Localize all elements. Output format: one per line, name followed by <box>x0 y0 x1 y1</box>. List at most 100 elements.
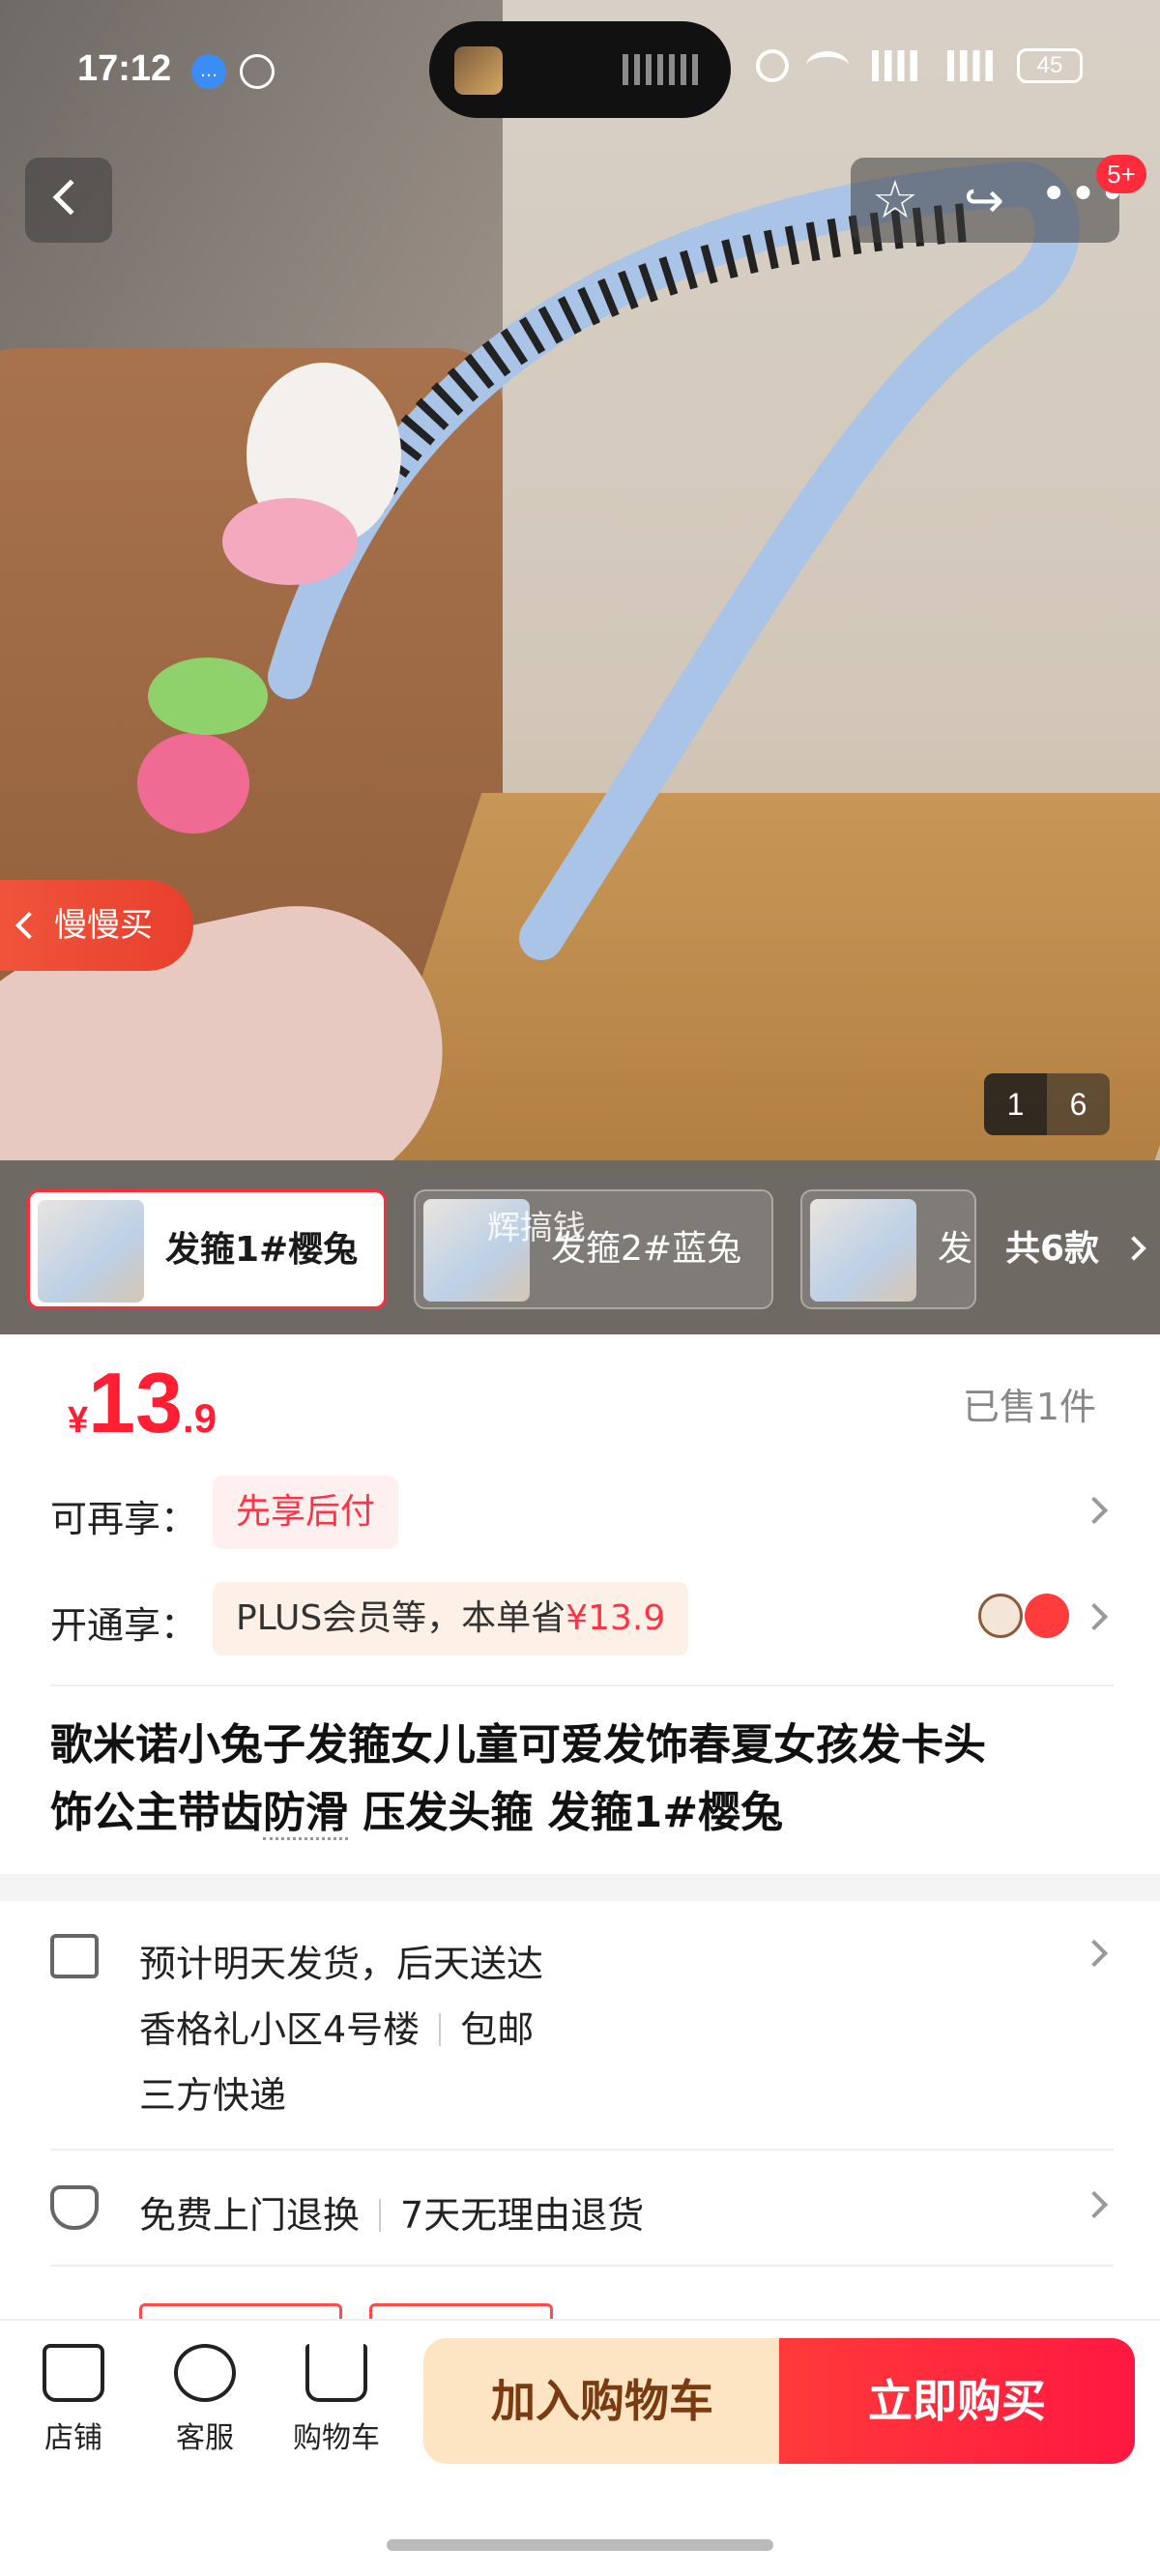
red-coupon-icon <box>1025 1594 1069 1638</box>
truck-icon <box>50 1934 99 1978</box>
price: ¥13.9 <box>68 1354 217 1452</box>
pay-later-row[interactable]: 可再享： 先享后付 <box>50 1472 1114 1549</box>
plus-chip-text: PLUS会员等，本单省 <box>236 1598 566 1638</box>
top-action-bar: ☆ ↪ ••• <box>851 158 1126 243</box>
chevron-right-icon <box>1080 1602 1109 1631</box>
returns-line: 免费上门退换 7天无理由退货 <box>139 2185 644 2239</box>
service-label: 客服 <box>176 2421 234 2455</box>
product-title-line-2: 饰公主带齿防滑 压发头箍 发箍1#樱兔 <box>50 1779 1114 1847</box>
battery-indicator: 45 <box>1017 48 1083 83</box>
status-bar: 17:12 … 45 <box>0 0 1160 145</box>
buy-now-button[interactable]: 立即购买 <box>779 2338 1135 2464</box>
benefit-label: 可再享： <box>50 1498 198 1540</box>
image-counter: 1 6 <box>984 1073 1110 1135</box>
bottom-action-bar: 店铺 客服 购物车 加入购物车 立即购买 <box>0 2319 1160 2576</box>
product-detail-page: 17:12 … 45 ☆ ↪ ••• 5+ 慢慢买 1 6 发箍1#樱兔 发箍2… <box>0 0 1160 2576</box>
message-icon: … <box>191 54 226 89</box>
cart-icon <box>305 2344 367 2402</box>
dynamic-island[interactable] <box>429 21 731 118</box>
all-variants-button[interactable]: 共6款 <box>976 1189 1160 1309</box>
plus-membership-row[interactable]: 开通享： PLUS会员等，本单省¥13.9 <box>50 1578 1114 1655</box>
plus-chip: PLUS会员等，本单省¥13.9 <box>213 1582 689 1655</box>
chevron-right-icon <box>1080 2190 1109 2219</box>
back-button[interactable] <box>25 158 112 243</box>
price-row: ¥13.9 已售1件 <box>0 1334 1160 1470</box>
app-thumbnail-icon <box>454 46 503 95</box>
benefit-label: 开通享： <box>50 1604 198 1647</box>
star-icon[interactable]: ☆ <box>862 167 928 233</box>
returns-info[interactable]: 免费上门退换 7天无理由退货 <box>50 2180 1114 2247</box>
shield-check-icon <box>50 2185 99 2230</box>
variant-option-2[interactable]: 发箍2#蓝兔 辉搞钱 <box>414 1189 773 1309</box>
title-part: 压发头箍 发箍1#樱兔 <box>348 1788 784 1837</box>
service-tab[interactable]: 客服 <box>147 2344 263 2456</box>
audio-wave-icon <box>623 54 700 85</box>
chevron-right-icon <box>1121 1236 1146 1261</box>
variant-selector: 发箍1#樱兔 发箍2#蓝兔 辉搞钱 发 共6款 <box>0 1160 1160 1334</box>
status-icons: 45 <box>756 48 1083 83</box>
free-return: 免费上门退换 <box>139 2194 361 2237</box>
address-line: 香格礼小区4号楼 包邮 <box>139 2000 534 2053</box>
pay-later-chip: 先享后付 <box>213 1476 399 1549</box>
5g-signal-icon-2 <box>942 50 1000 81</box>
separator <box>379 2199 382 2232</box>
home-indicator[interactable] <box>387 2539 773 2551</box>
delivery-estimate: 预计明天发货，后天送达 <box>139 1943 544 1985</box>
image-total: 6 <box>1069 1087 1088 1122</box>
price-decimal: .9 <box>183 1395 218 1441</box>
title-dotted-part[interactable]: 防滑 <box>263 1788 348 1840</box>
variant-label: 发 <box>938 1229 973 1269</box>
bunny-bow <box>222 498 358 585</box>
store-tab[interactable]: 店铺 <box>15 2344 131 2456</box>
price-symbol: ¥ <box>68 1400 89 1441</box>
slow-buy-label: 慢慢买 <box>54 906 153 945</box>
chevron-left-icon <box>14 911 44 940</box>
free-shipping: 包邮 <box>460 2008 535 2051</box>
share-icon[interactable]: ↪ <box>951 167 1017 233</box>
alarm-icon <box>756 49 789 82</box>
product-title-line-1: 歌米诺小兔子发箍女儿童可爱发饰春夏女孩发卡头 <box>50 1720 986 1770</box>
store-label: 店铺 <box>44 2421 102 2455</box>
shipping-info[interactable]: 预计明天发货，后天送达 香格礼小区4号楼 包邮 三方快递 <box>50 1928 1114 2131</box>
variant-label: 发箍1#樱兔 <box>165 1230 359 1270</box>
add-to-cart-button[interactable]: 加入购物车 <box>423 2338 781 2464</box>
divider <box>50 1684 1114 1686</box>
customer-service-icon <box>174 2344 236 2402</box>
5g-signal-icon <box>866 50 924 81</box>
section-separator <box>0 1874 1160 1901</box>
store-icon <box>43 2344 104 2402</box>
variant-thumbnail <box>38 1200 144 1303</box>
carrier: 三方快递 <box>139 2074 287 2117</box>
seven-day-return: 7天无理由退货 <box>400 2194 645 2237</box>
sold-count: 已售1件 <box>962 1386 1096 1428</box>
variant-option-1[interactable]: 发箍1#樱兔 <box>27 1189 387 1309</box>
plus-chip-amount: ¥13.9 <box>566 1598 666 1638</box>
variant-total-label: 共6款 <box>1005 1229 1100 1269</box>
separator <box>439 2013 442 2046</box>
image-current-index: 1 <box>984 1073 1047 1135</box>
leaf-ornament <box>148 658 268 735</box>
address: 香格礼小区4号楼 <box>139 2008 420 2051</box>
variant-option-3[interactable]: 发 <box>800 1189 976 1309</box>
vip-icons <box>978 1594 1069 1642</box>
back-icon <box>52 179 89 216</box>
shield-icon <box>240 54 275 89</box>
product-title: 歌米诺小兔子发箍女儿童可爱发饰春夏女孩发卡头 饰公主带齿防滑 压发头箍 发箍1#… <box>50 1712 1114 1847</box>
variant-thumbnail <box>810 1199 916 1302</box>
wifi-icon <box>806 51 849 80</box>
cart-label: 购物车 <box>293 2421 380 2455</box>
divider <box>50 2149 1114 2151</box>
title-part: 饰公主带齿 <box>50 1788 263 1837</box>
watermark-text: 辉搞钱 <box>487 1209 586 1247</box>
cherry-ornament <box>137 733 249 834</box>
chevron-right-icon <box>1080 1939 1109 1968</box>
headband-band <box>268 161 1080 960</box>
notification-badge: 5+ <box>1096 155 1146 193</box>
crown-icon <box>978 1594 1023 1638</box>
status-time: 17:12 <box>77 48 172 89</box>
slow-buy-button[interactable]: 慢慢买 <box>0 880 193 971</box>
cart-tab[interactable]: 购物车 <box>278 2344 394 2456</box>
chevron-right-icon <box>1080 1496 1109 1525</box>
divider <box>50 2265 1114 2267</box>
price-integer: 13 <box>88 1355 184 1450</box>
